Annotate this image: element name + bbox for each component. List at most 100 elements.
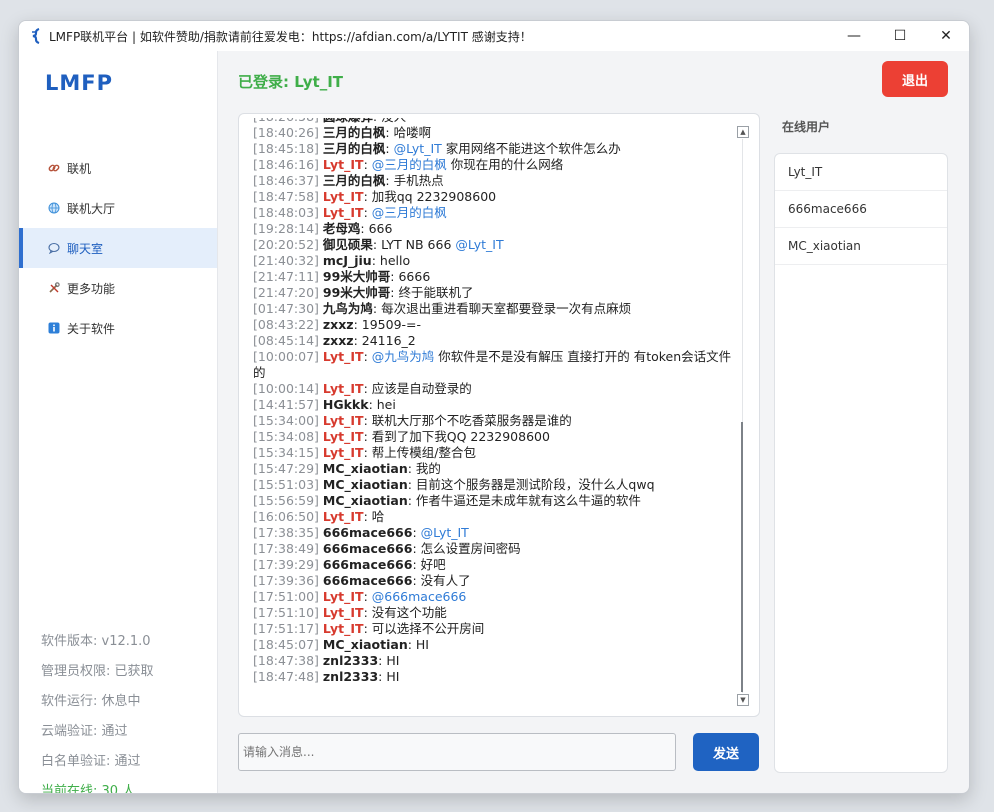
message-text: 应该是自动登录的 <box>371 381 472 396</box>
message-mention[interactable]: @九鸟为鸠 <box>372 349 435 364</box>
message-time: [18:40:26] <box>253 125 319 140</box>
chat-message: [15:47:29] MC_xiaotian: 我的 <box>253 461 441 476</box>
status-panel: 软件版本: v12.1.0 管理员权限: 已获取 软件运行: 休息中 云端验证:… <box>41 631 154 793</box>
message-time: [08:45:14] <box>253 333 319 348</box>
app-logo: LMFP <box>45 71 114 95</box>
message-time: [18:47:48] <box>253 669 319 684</box>
cloud-verify-text: 云端验证: 通过 <box>41 724 128 739</box>
message-user: 666mace666 <box>322 557 413 572</box>
sidebar-item-about[interactable]: 关于软件 <box>19 308 217 348</box>
chat-message: [18:47:38] znl2333: HI <box>253 653 400 668</box>
chat-message: [21:47:20] 99米大帅哥: 终于能联机了 <box>253 285 474 300</box>
app-logo-icon <box>32 28 40 44</box>
online-user-item[interactable]: 666mace666 <box>775 191 947 228</box>
close-button[interactable]: ✕ <box>923 21 969 51</box>
chat-message: [20:20:52] 御见硕果: LYT NB 666 @Lyt_IT <box>253 237 504 252</box>
chat-message: [18:48:03] Lyt_IT: @三月的白枫 <box>253 205 447 220</box>
sidebar-item-label: 聊天室 <box>67 241 104 256</box>
chat-message: [18:45:07] MC_xiaotian: HI <box>253 637 429 652</box>
sidebar-nav: 联机 联机大厅 聊天室 更多功能 关于软件 <box>19 148 217 348</box>
chat-message: [15:34:00] Lyt_IT: 联机大厅那个不吃香菜服务器是谁的 <box>253 413 572 428</box>
message-time: [15:34:00] <box>253 413 319 428</box>
message-time: [01:47:30] <box>253 301 319 316</box>
chat-message: [15:34:08] Lyt_IT: 看到了加下我QQ 2232908600 <box>253 429 550 444</box>
message-user: 666mace666 <box>322 573 413 588</box>
online-user-item[interactable]: MC_xiaotian <box>775 228 947 265</box>
message-user: Lyt_IT <box>322 349 364 364</box>
message-time: [10:00:07] <box>253 349 319 364</box>
message-text: 你现在用的什么网络 <box>450 157 564 172</box>
scroll-down-icon[interactable]: ▼ <box>737 694 749 706</box>
message-user: Lyt_IT <box>322 205 364 220</box>
message-time: [14:41:57] <box>253 397 319 412</box>
chat-message: [17:39:36] 666mace666: 没有人了 <box>253 573 471 588</box>
message-time: [18:26:58] <box>253 118 319 124</box>
message-time: [17:38:49] <box>253 541 319 556</box>
chat-log-panel[interactable]: [18:26:58] 圆球爆弹: 没人[18:40:26] 三月的白枫: 哈喽啊… <box>238 113 760 717</box>
chat-message: [17:51:00] Lyt_IT: @666mace666 <box>253 589 467 604</box>
message-time: [18:47:38] <box>253 653 319 668</box>
message-user: Lyt_IT <box>322 621 364 636</box>
message-text: 哈喽啊 <box>393 125 432 140</box>
message-user: Lyt_IT <box>322 509 364 524</box>
message-mention[interactable]: @三月的白枫 <box>372 157 447 172</box>
message-text: 好吧 <box>420 557 446 572</box>
message-user: Lyt_IT <box>322 189 364 204</box>
message-user: MC_xiaotian <box>322 493 408 508</box>
window-controls: — ☐ ✕ <box>831 21 969 51</box>
sidebar-item-connect[interactable]: 联机 <box>19 148 217 188</box>
message-mention[interactable]: @Lyt_IT <box>394 141 442 156</box>
chat-scrollbar[interactable]: ▲ ▼ <box>737 126 749 706</box>
message-text: 看到了加下我QQ 2232908600 <box>371 429 550 444</box>
message-text: 6666 <box>398 269 431 284</box>
message-user: 99米大帅哥 <box>322 269 391 284</box>
message-time: [17:39:29] <box>253 557 319 572</box>
chat-message: [15:51:03] MC_xiaotian: 目前这个服务器是测试阶段，没什么… <box>253 477 655 492</box>
message-text: 加我qq 2232908600 <box>371 189 497 204</box>
message-user: 三月的白枫 <box>322 173 386 188</box>
message-text: 联机大厅那个不吃香菜服务器是谁的 <box>371 413 572 428</box>
online-user-item[interactable]: Lyt_IT <box>775 154 947 191</box>
whitelist-text: 白名单验证: 通过 <box>41 754 141 769</box>
window-title: LMFP联机平台 | 如软件赞助/捐款请前往爱发电：https://afdian… <box>49 29 532 44</box>
message-user: 老母鸡 <box>322 221 361 236</box>
send-button[interactable]: 发送 <box>693 733 759 771</box>
message-mention[interactable]: @666mace666 <box>372 589 467 604</box>
message-time: [20:20:52] <box>253 237 319 252</box>
chat-message: [18:47:58] Lyt_IT: 加我qq 2232908600 <box>253 189 497 204</box>
sidebar-item-lobby[interactable]: 联机大厅 <box>19 188 217 228</box>
admin-text: 管理员权限: 已获取 <box>41 664 154 679</box>
chat-message: [17:51:17] Lyt_IT: 可以选择不公开房间 <box>253 621 485 636</box>
message-text: HI <box>386 653 400 668</box>
chat-message: [18:45:18] 三月的白枫: @Lyt_IT 家用网络不能进这个软件怎么办 <box>253 141 621 156</box>
sidebar-item-chatroom[interactable]: 聊天室 <box>19 228 217 268</box>
chat-message: [18:46:37] 三月的白枫: 手机热点 <box>253 173 444 188</box>
message-time: [17:39:36] <box>253 573 319 588</box>
message-time: [18:45:07] <box>253 637 319 652</box>
message-text: 19509-=- <box>361 317 422 332</box>
chat-message: [21:47:11] 99米大帅哥: 6666 <box>253 269 431 284</box>
chat-message: [01:47:30] 九鸟为鸠: 每次退出重进看聊天室都要登录一次有点麻烦 <box>253 301 632 316</box>
minimize-button[interactable]: — <box>831 21 877 51</box>
message-mention[interactable]: @三月的白枫 <box>372 205 447 220</box>
scroll-thumb[interactable] <box>741 422 743 692</box>
message-input[interactable] <box>238 733 676 771</box>
chat-message: [17:51:10] Lyt_IT: 没有这个功能 <box>253 605 447 620</box>
chat-message: [18:46:16] Lyt_IT: @三月的白枫 你现在用的什么网络 <box>253 157 564 172</box>
chat-message: [15:34:15] Lyt_IT: 帮上传模组/整合包 <box>253 445 476 460</box>
chat-message: [15:56:59] MC_xiaotian: 作者牛逼还是未成年就有这么牛逼的… <box>253 493 641 508</box>
scroll-up-icon[interactable]: ▲ <box>737 126 749 138</box>
message-user: MC_xiaotian <box>322 637 408 652</box>
message-time: [15:56:59] <box>253 493 319 508</box>
globe-icon <box>47 201 61 215</box>
message-mention[interactable]: @Lyt_IT <box>421 525 469 540</box>
message-user: mcJ_jiu <box>322 253 372 268</box>
message-text: hello <box>379 253 411 268</box>
minimize-icon: — <box>847 28 861 44</box>
sidebar-item-more[interactable]: 更多功能 <box>19 268 217 308</box>
message-mention[interactable]: @Lyt_IT <box>455 237 503 252</box>
maximize-button[interactable]: ☐ <box>877 21 923 51</box>
logout-button[interactable]: 退出 <box>882 61 948 97</box>
message-text: 没人 <box>381 118 406 124</box>
sidebar-item-label: 更多功能 <box>67 281 116 296</box>
